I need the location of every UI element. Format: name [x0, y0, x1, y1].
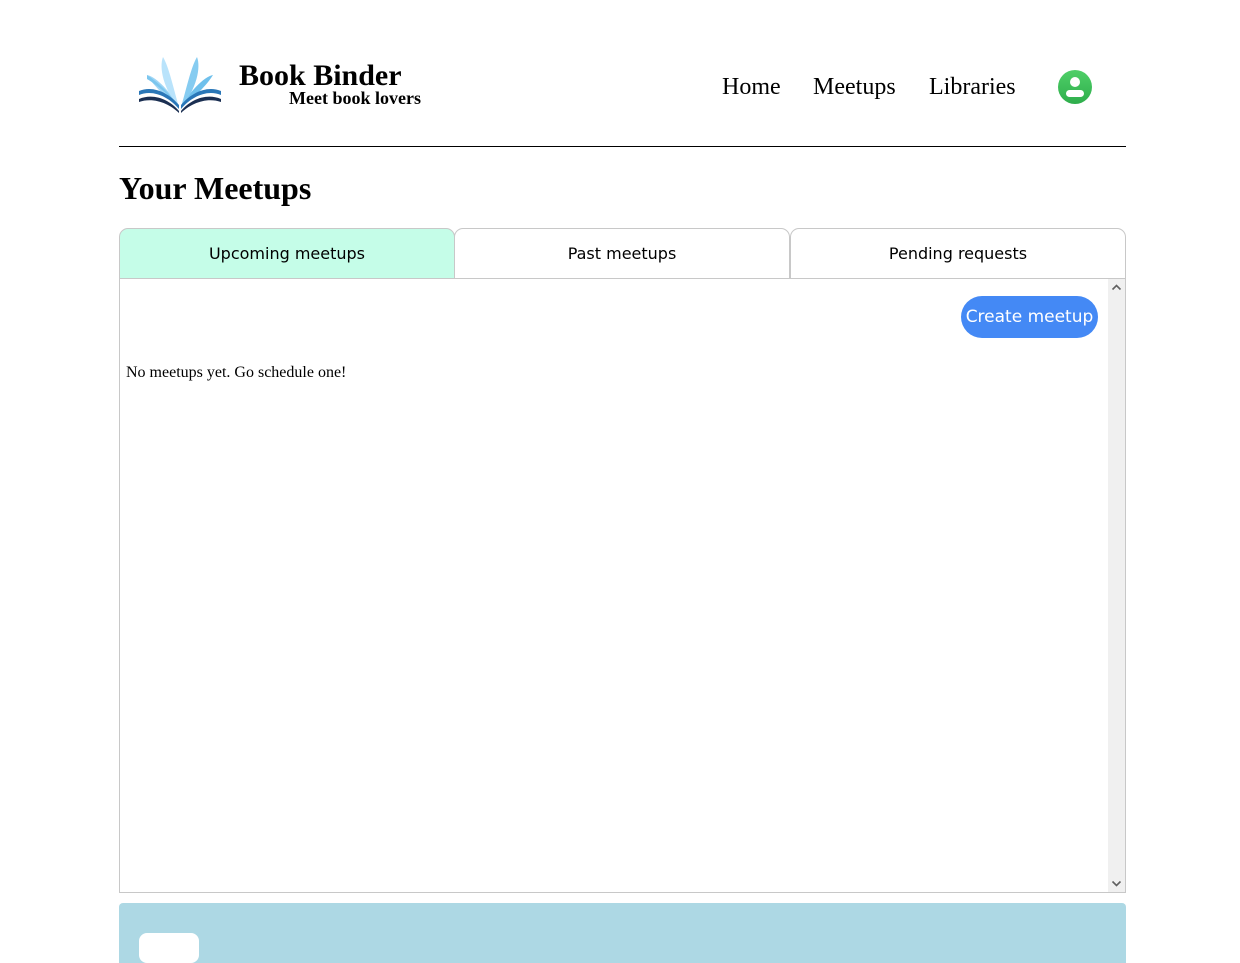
meetup-tabs: Upcoming meetups Past meetups Pending re… [119, 228, 1126, 279]
tab-pending-requests[interactable]: Pending requests [790, 228, 1126, 279]
footer-card [139, 933, 199, 963]
page-title: Your Meetups [119, 170, 312, 206]
brand-subtitle: Meet book lovers [289, 88, 421, 108]
nav-libraries-link[interactable]: Libraries [929, 70, 1016, 104]
footer-bar [119, 903, 1126, 963]
user-avatar-icon[interactable] [1057, 69, 1093, 105]
open-book-icon[interactable] [139, 55, 221, 113]
empty-state-message: No meetups yet. Go schedule one! [126, 364, 347, 381]
vertical-scrollbar[interactable] [1108, 279, 1125, 892]
tab-past-meetups[interactable]: Past meetups [454, 228, 790, 279]
nav-home-link[interactable]: Home [722, 70, 781, 104]
meetups-panel: Create meetup No meetups yet. Go schedul… [119, 278, 1126, 893]
scroll-up-icon[interactable] [1108, 279, 1125, 296]
create-meetup-button[interactable]: Create meetup [961, 296, 1098, 338]
site-header: Book Binder Meet book lovers Home Meetup… [119, 0, 1126, 147]
tab-upcoming-meetups[interactable]: Upcoming meetups [119, 228, 455, 279]
scroll-down-icon[interactable] [1108, 875, 1125, 892]
nav-meetups-link[interactable]: Meetups [813, 70, 896, 104]
